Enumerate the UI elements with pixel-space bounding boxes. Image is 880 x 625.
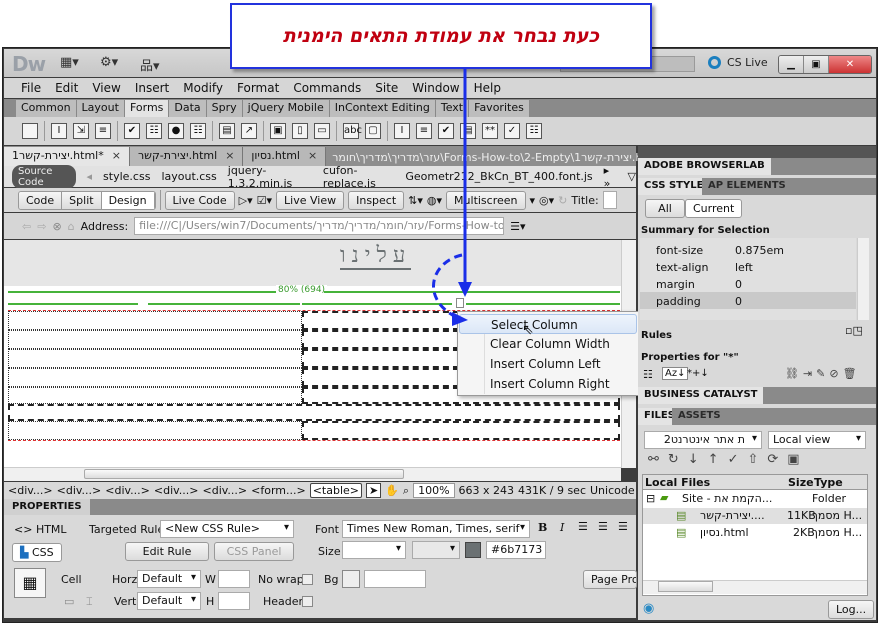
annotation-curved-arrow-head (452, 312, 468, 326)
annotation-arrows (432, 69, 472, 326)
annotation-arrow-head (458, 282, 472, 297)
annotation-curved-arrow (432, 253, 463, 320)
